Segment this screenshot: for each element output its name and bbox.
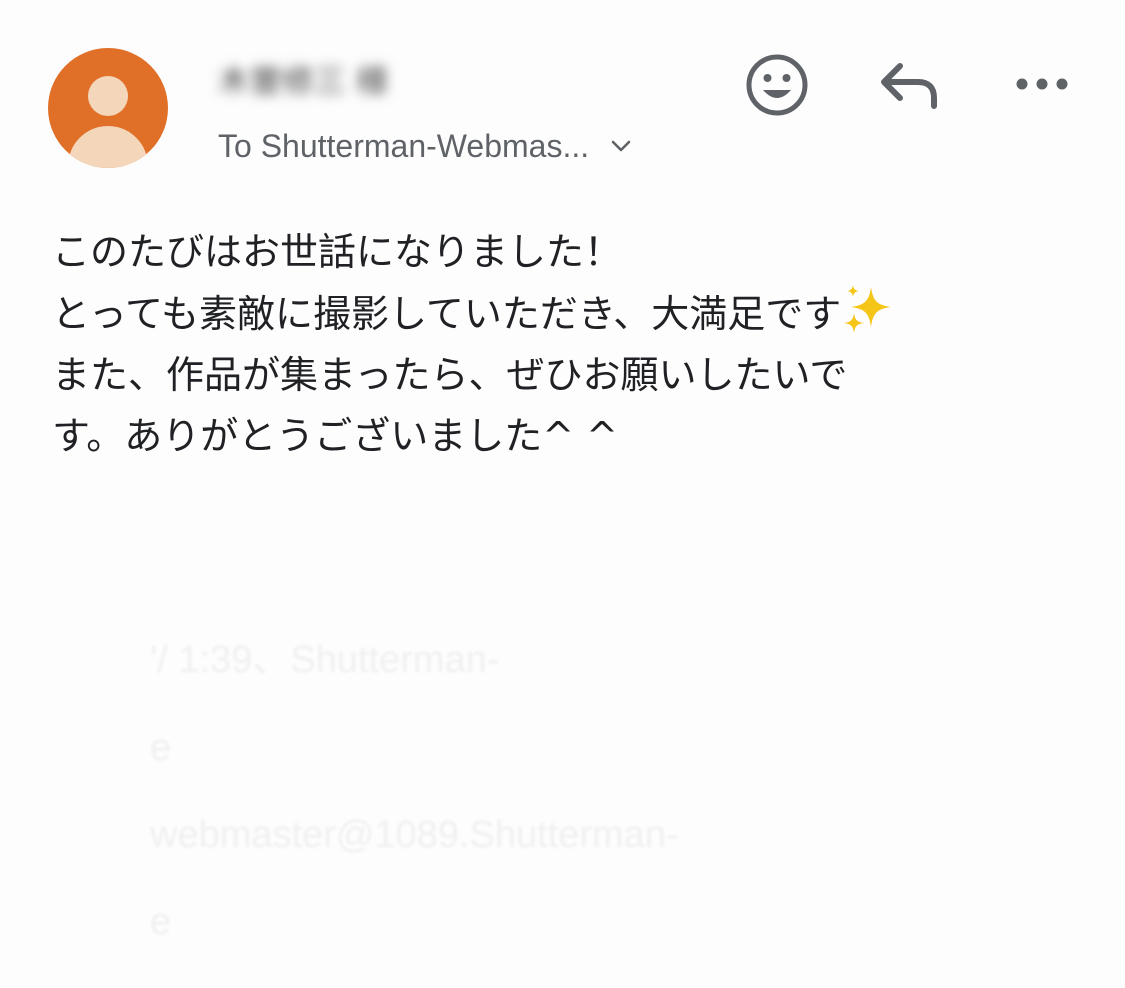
message-line: このたびはお世話になりました！: [52, 230, 623, 274]
quoted-line: e: [150, 727, 172, 769]
message-line-with-emoji: とっても素敵に撮影していただき、大満足です: [52, 283, 1062, 345]
quoted-line: webmaster@1089.Shutterman-: [150, 814, 679, 856]
message-body: このたびはお世話になりました！ とっても素敵に撮影していただき、大満足です また…: [52, 222, 1062, 467]
smiley-face-icon[interactable]: [744, 52, 810, 118]
sender-name: 木曽修三 様: [218, 62, 389, 100]
quoted-line: '/ 1:39、Shutterman-: [150, 639, 500, 681]
quoted-line: e: [150, 901, 172, 943]
message-line: す。ありがとうございました^ ^: [52, 414, 618, 458]
more-horizontal-icon[interactable]: [1014, 70, 1070, 98]
message-line: また、作品が集まったら、ぜひお願いしたいで: [52, 353, 848, 397]
message-line: とっても素敵に撮影していただき、大満足です: [52, 292, 842, 336]
reply-arrow-icon[interactable]: [878, 58, 942, 114]
recipient-label: To Shutterman-Webmas...: [218, 127, 590, 164]
chevron-down-icon[interactable]: [611, 139, 631, 153]
avatar-head-shape: [88, 76, 128, 116]
quoted-history[interactable]: '/ 1:39、Shutterman- e webmaster@1089.Shu…: [150, 628, 950, 988]
recipient-row[interactable]: To Shutterman-Webmas...: [218, 124, 631, 168]
sender-avatar[interactable]: [48, 48, 168, 168]
sparkles-emoji-icon: [844, 285, 892, 333]
avatar-body-shape: [68, 126, 148, 168]
